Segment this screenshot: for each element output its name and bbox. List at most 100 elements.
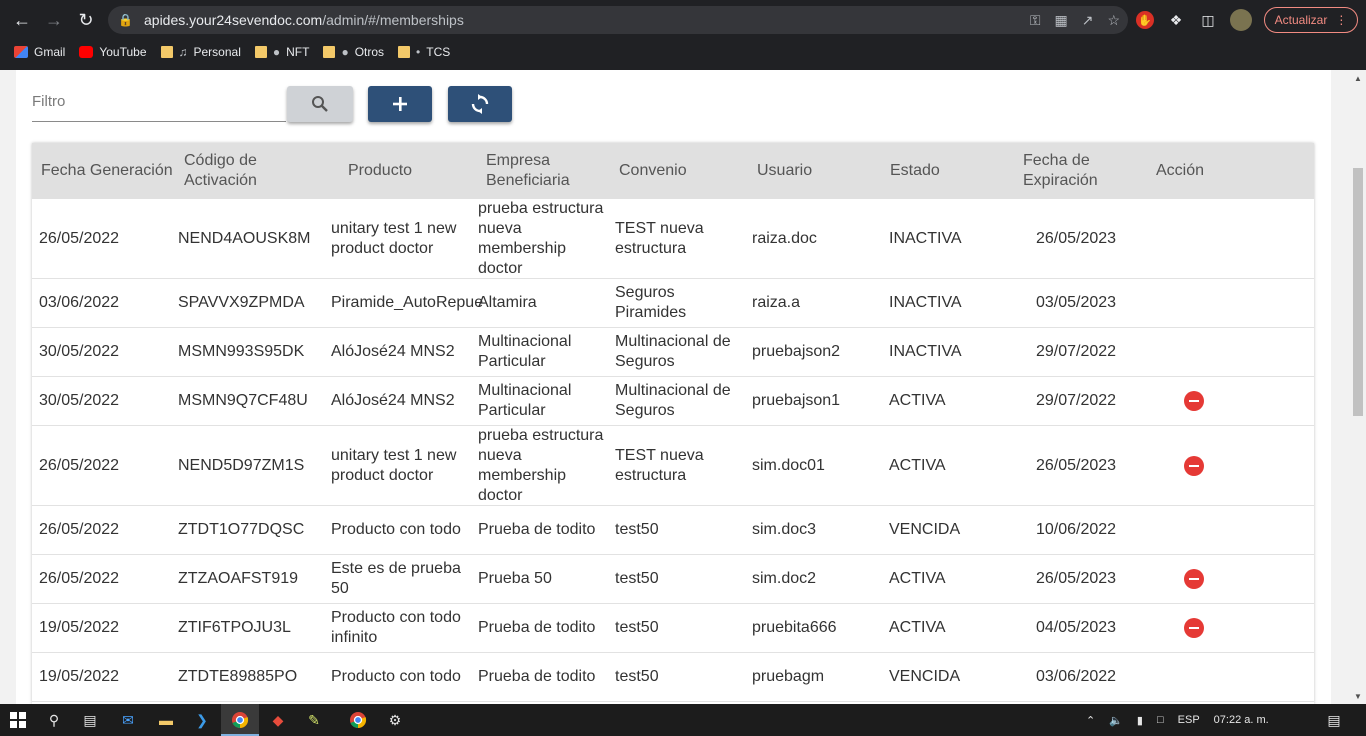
header-convenio[interactable]: Convenio (619, 151, 739, 191)
refresh-button[interactable] (448, 86, 512, 122)
search-button[interactable] (287, 86, 353, 122)
scroll-down-arrow-icon[interactable]: ▼ (1353, 692, 1363, 702)
chrome-taskbar-icon[interactable] (230, 710, 250, 730)
table-row: 19/05/2022 ZTDTE89885PO Producto con todo P… (32, 653, 1314, 702)
header-estado[interactable]: Estado (890, 151, 1010, 191)
scroll-thumb[interactable] (1353, 168, 1363, 416)
forward-arrow-icon[interactable]: → (38, 4, 70, 36)
anydesk-icon[interactable]: ◆ (268, 710, 288, 730)
scroll-up-arrow-icon[interactable]: ▲ (1353, 74, 1363, 84)
file-explorer-icon[interactable]: ▬ (156, 710, 176, 730)
address-bar[interactable]: 🔒 apides.your24sevendoc.com/admin/#/memb… (108, 6, 1128, 34)
clock[interactable]: 07:22 a. m. (1214, 714, 1269, 726)
bookmark-tcs[interactable]: • TCS (398, 45, 450, 59)
cell-convenio: TEST nueva estructura (615, 446, 704, 484)
cell-producto: Piramide_AutoRepue (331, 294, 484, 311)
battery-icon[interactable]: ▮ (1137, 714, 1143, 727)
filter-field[interactable] (32, 84, 286, 122)
table-row: 26/05/2022 ZTDT1O77DQSC Producto con todo P… (32, 506, 1314, 555)
translate-icon[interactable]: ▦ (1054, 12, 1067, 29)
cell-producto: Producto con todo (331, 521, 461, 538)
folder-icon (398, 46, 411, 58)
otros-icon: ● (341, 45, 349, 59)
header-producto[interactable]: Producto (348, 151, 468, 191)
bookmark-youtube[interactable]: YouTube (79, 45, 147, 59)
bookmark-label: Otros (354, 45, 385, 59)
header-usuario[interactable]: Usuario (757, 151, 877, 191)
update-button[interactable]: Actualizar ⋮ (1264, 7, 1358, 33)
cell-accion (1184, 377, 1224, 425)
star-icon[interactable]: ☆ (1107, 12, 1120, 29)
volume-icon[interactable]: 🔈 (1109, 714, 1123, 727)
header-fecha-generacion[interactable]: Fecha Generación (41, 151, 181, 191)
notifications-icon[interactable]: ▤ (1324, 710, 1344, 730)
cell-accion (1184, 653, 1224, 701)
stop-extension-icon[interactable]: ✋ (1136, 11, 1154, 29)
cell-empresa: Multinacional Particular (478, 333, 572, 370)
profile-avatar[interactable] (1230, 9, 1252, 31)
youtube-icon (79, 46, 94, 58)
filter-input[interactable] (32, 84, 286, 118)
table-row: 26/05/2022 ZTZAOAFST919 Este es de prueba … (32, 555, 1314, 604)
header-codigo-activacion[interactable]: Código de Activación (184, 151, 284, 191)
omnibox-icons: ⚿ ▦ ↗ ☆ (1030, 6, 1120, 34)
cell-convenio: Multinacional de Seguros (615, 382, 731, 419)
mail-app-icon[interactable]: ✉ (118, 710, 138, 730)
bookmark-otros[interactable]: ● Otros (323, 45, 384, 59)
key-icon[interactable]: ⚿ (1030, 12, 1041, 29)
folder-icon (254, 46, 267, 58)
remove-circle-icon[interactable] (1184, 391, 1204, 411)
cell-empresa: Multinacional Particular (478, 382, 572, 419)
table-row: 03/06/2022 SPAVVX9ZPMDA Piramide_AutoRepue… (32, 279, 1314, 328)
cell-fecha-expiracion: 29/07/2022 (1036, 343, 1117, 360)
table-row: 26/05/2022 NEND5D97ZM1S unitary test 1 new… (32, 426, 1314, 506)
cell-convenio: Seguros Piramides (615, 284, 687, 321)
remove-circle-icon[interactable] (1184, 618, 1204, 638)
chrome-taskbar-icon-2[interactable] (348, 710, 368, 730)
puzzle-icon[interactable]: ❖ (1166, 10, 1186, 30)
bookmark-label: YouTube (99, 45, 147, 59)
cell-estado: VENCIDA (889, 668, 961, 685)
cell-producto: Producto con todo (331, 668, 461, 685)
remove-circle-icon[interactable] (1184, 569, 1204, 589)
cell-estado: ACTIVA (889, 619, 946, 636)
task-view-icon[interactable]: ▤ (80, 710, 100, 730)
add-button[interactable] (368, 86, 432, 122)
cell-fecha-expiracion: 26/05/2023 (1036, 229, 1117, 247)
header-fecha-expiracion[interactable]: Fecha de Expiración (1023, 151, 1133, 191)
bookmark-personal[interactable]: ♫ Personal (160, 45, 241, 59)
cell-codigo-activacion: ZTDTE89885PO (178, 668, 298, 685)
header-empresa[interactable]: Empresa Beneficiaria (486, 151, 596, 191)
back-arrow-icon[interactable]: ← (6, 4, 38, 36)
cell-fecha-expiracion: 26/05/2023 (1036, 456, 1117, 474)
cell-fecha-generacion: 26/05/2022 (39, 570, 120, 587)
cell-producto: Este es de prueba 50 (331, 560, 461, 597)
taskbar-search-icon[interactable]: ⚲ (44, 710, 64, 730)
language-indicator[interactable]: ESP (1178, 714, 1200, 726)
remove-circle-icon[interactable] (1184, 455, 1204, 476)
windows-start-icon[interactable] (8, 710, 28, 730)
cell-codigo-activacion: ZTZAOAFST919 (178, 570, 299, 587)
sidebar-icon[interactable]: ◫ (1198, 10, 1218, 30)
page-scrollbar[interactable]: ▲ ▼ (1350, 70, 1366, 704)
cell-fecha-generacion: 26/05/2022 (39, 456, 120, 474)
url-path: /admin/#/memberships (322, 12, 464, 28)
bookmarks-bar: Gmail YouTube ♫ Personal ● NFT ● Otros • TCS (0, 40, 1366, 64)
cell-empresa: prueba estructura nueva membership docto… (478, 199, 604, 277)
table-row: 30/05/2022 MSMN993S95DK AlóJosé24 MNS2 Mult… (32, 328, 1314, 377)
network-icon[interactable]: □ (1157, 714, 1164, 726)
bookmark-gmail[interactable]: Gmail (14, 45, 65, 59)
share-icon[interactable]: ↗ (1082, 12, 1094, 29)
windows-logo-icon (10, 712, 26, 728)
bookmark-nft[interactable]: ● NFT (254, 45, 309, 59)
bookmark-label: TCS (426, 45, 451, 59)
cell-codigo-activacion: NEND4AOUSK8M (178, 229, 311, 247)
page-content: Fecha Generación Código de Activación Pr… (0, 70, 1350, 704)
reload-icon[interactable]: ↻ (70, 4, 102, 36)
settings-gear-icon[interactable]: ⚙ (385, 710, 405, 730)
headphones-icon: ♫ (178, 45, 188, 59)
cell-codigo-activacion: ZTDT1O77DQSC (178, 521, 305, 538)
notepad-icon[interactable]: ✎ (304, 710, 324, 730)
tray-chevron-up-icon[interactable]: ⌃ (1086, 714, 1095, 727)
vscode-icon[interactable]: ❯ (192, 710, 212, 730)
